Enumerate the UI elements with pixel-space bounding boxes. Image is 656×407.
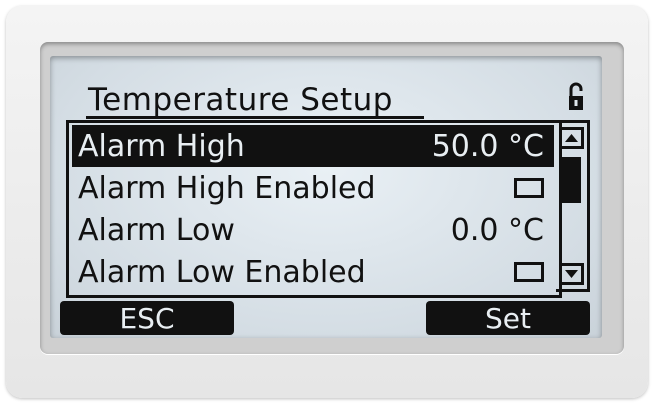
alarm-low-enabled-checkbox[interactable] xyxy=(514,262,544,282)
lcd-screen: Temperature Setup Alarm High 50.0 °C Ala… xyxy=(50,56,602,338)
menu-item-value: 50.0 °C xyxy=(431,128,544,164)
unlocked-padlock-icon xyxy=(569,82,583,110)
menu-frame: Alarm High 50.0 °C Alarm High Enabled Al… xyxy=(66,120,562,298)
scroll-down-button[interactable] xyxy=(559,263,584,285)
scrollbar[interactable] xyxy=(556,120,590,292)
menu-item-value: 0.0 °C xyxy=(450,212,544,248)
menu-item-label: Alarm High Enabled xyxy=(78,170,376,206)
triangle-up-icon xyxy=(565,134,578,142)
menu-list: Alarm High 50.0 °C Alarm High Enabled Al… xyxy=(72,125,554,293)
scroll-thumb[interactable] xyxy=(562,157,581,203)
menu-item-label: Alarm High xyxy=(78,128,245,164)
scroll-up-button[interactable] xyxy=(559,127,584,149)
triangle-down-icon xyxy=(565,270,578,278)
alarm-high-enabled-checkbox[interactable] xyxy=(514,178,544,198)
title-underline xyxy=(86,116,424,119)
menu-item-alarm-high-enabled[interactable]: Alarm High Enabled xyxy=(72,167,554,209)
menu-item-label: Alarm Low xyxy=(78,212,235,248)
menu-item-alarm-high[interactable]: Alarm High 50.0 °C xyxy=(72,125,554,167)
menu-item-alarm-low[interactable]: Alarm Low 0.0 °C xyxy=(72,209,554,251)
menu-item-label: Alarm Low Enabled xyxy=(78,254,366,290)
screen-title: Temperature Setup xyxy=(88,82,393,118)
menu-item-alarm-low-enabled[interactable]: Alarm Low Enabled xyxy=(72,251,554,293)
esc-softkey[interactable]: ESC xyxy=(60,301,234,335)
set-softkey[interactable]: Set xyxy=(426,301,590,335)
